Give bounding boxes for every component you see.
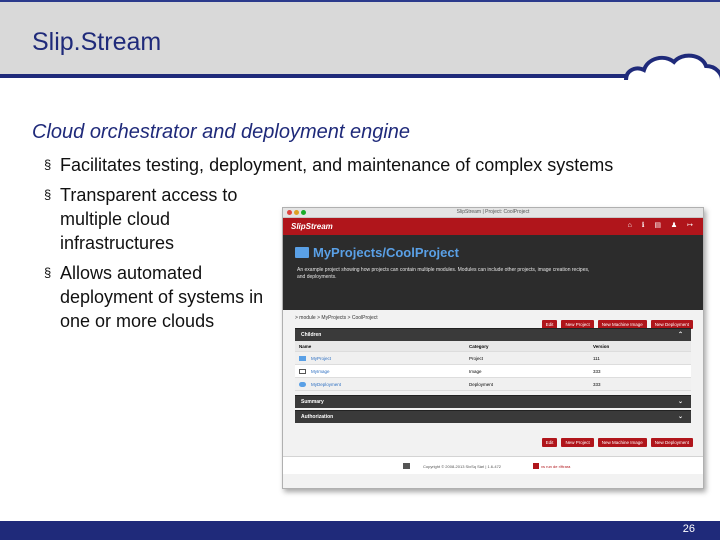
browser-window-title: SlipStream | Project: CoolProject <box>456 209 530 215</box>
action-buttons-bottom: Edit New Project New Machine Image New Depl… <box>538 431 693 449</box>
children-table: Name Category Version MyProject Project … <box>295 341 691 391</box>
bullet-text: Allows automated deployment of systems i… <box>60 263 264 331</box>
row-version: 333 <box>593 382 601 387</box>
folder-icon <box>299 356 306 361</box>
cloud-icon <box>299 382 306 387</box>
bullet-marker: § <box>44 187 52 202</box>
browser-title-bar: SlipStream | Project: CoolProject <box>283 208 703 218</box>
bullet-marker: § <box>44 265 52 280</box>
footer-copyright: Copyright © 2008-2013 SixSq Sàrl | 1.6-4… <box>423 464 502 469</box>
slide-footer-bar: 26 <box>0 521 720 540</box>
slide-title: Slip.Stream <box>32 28 162 56</box>
bullet-text: Transparent access to multiple cloud inf… <box>60 185 238 253</box>
table-row: MyProject Project 111 <box>295 352 691 365</box>
video-icon <box>533 463 539 469</box>
children-panel-header: Children ⌃ <box>295 328 691 341</box>
project-hero: MyProjects/CoolProject An example projec… <box>283 235 703 310</box>
footer-link: vs run de r/ftrara <box>541 464 571 469</box>
bullet-text: Facilitates testing, deployment, and mai… <box>60 155 614 175</box>
summary-panel-header: Summary ⌄ <box>295 395 691 408</box>
project-description: An example project showing how projects … <box>297 267 590 280</box>
authorization-label: Authorization <box>301 414 334 420</box>
summary-label: Summary <box>301 399 324 405</box>
row-category: Deployment <box>469 382 494 387</box>
authorization-panel-header: Authorization ⌄ <box>295 410 691 423</box>
breadcrumb: > module > MyProjects > CoolProject <box>295 315 378 321</box>
table-row: MyDeployment Deployment 333 <box>295 378 691 391</box>
column-header: Version <box>593 344 610 349</box>
new-deployment-button: New Deployment <box>650 438 693 447</box>
breadcrumb-row: > module > MyProjects > CoolProject Edit… <box>283 310 703 329</box>
chevron-down-icon: ⌄ <box>677 399 683 405</box>
column-header: Name <box>299 344 312 349</box>
table-header: Name Category Version <box>295 341 691 352</box>
slipstream-screenshot: SlipStream | Project: CoolProject SlipSt… <box>282 207 704 489</box>
cloud-logo-icon <box>624 53 720 81</box>
new-project-button: New Project <box>561 438 594 447</box>
app-navbar: SlipStream ⌂ ℹ ▤ ♟ ↦ <box>283 218 703 235</box>
chevron-up-icon: ⌃ <box>677 332 683 338</box>
table-row: MyImage Image 333 <box>295 365 691 378</box>
monitor-icon <box>299 369 306 374</box>
page-number: 26 <box>682 523 695 535</box>
column-header: Category <box>469 344 489 349</box>
folder-icon <box>295 247 309 258</box>
monitor-icon <box>403 463 410 469</box>
row-category: Image <box>469 369 482 374</box>
row-version: 333 <box>593 369 601 374</box>
app-footer: Copyright © 2008-2013 SixSq Sàrl | 1.6-4… <box>283 456 703 474</box>
edit-button: Edit <box>541 438 558 447</box>
new-machine-image-button: New Machine Image <box>597 438 647 447</box>
row-version: 111 <box>593 356 600 361</box>
children-label: Children <box>301 332 322 338</box>
slide-subtitle: Cloud orchestrator and deployment engine <box>32 121 411 143</box>
bullet-item: § Transparent access to multiple cloud i… <box>44 183 270 255</box>
nav-icons: ⌂ ℹ ▤ ♟ ↦ <box>627 222 697 229</box>
action-buttons-bottom-row: Edit New Project New Machine Image New Depl… <box>283 423 703 447</box>
bullet-item: § Facilitates testing, deployment, and m… <box>44 153 700 177</box>
project-title: MyProjects/CoolProject <box>313 245 459 260</box>
app-brand: SlipStream <box>291 222 333 231</box>
header-rule <box>0 74 628 78</box>
bullet-item: § Allows automated deployment of systems… <box>44 261 270 333</box>
row-category: Project <box>469 356 484 361</box>
bullet-marker: § <box>44 157 52 172</box>
